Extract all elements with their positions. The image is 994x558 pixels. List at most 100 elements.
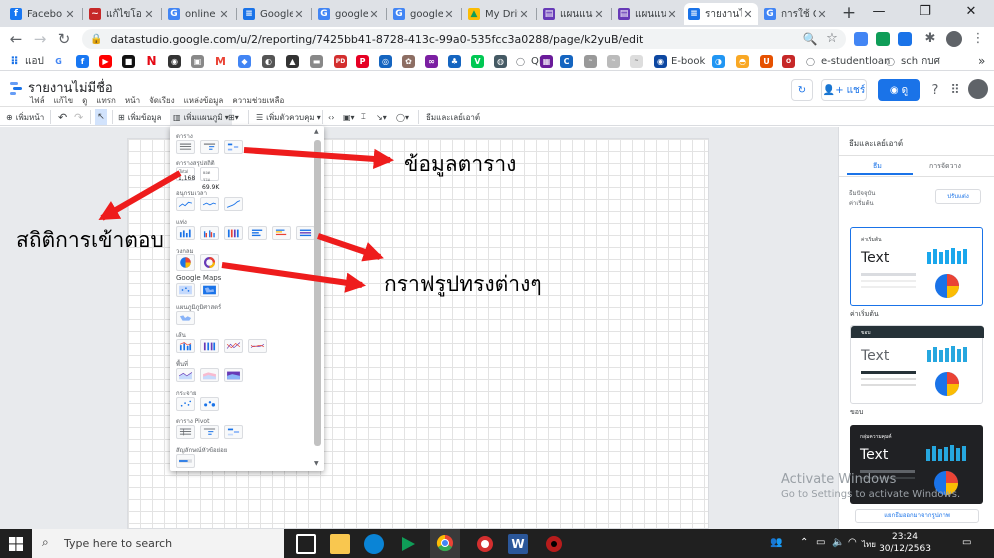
minimize-button[interactable]: — <box>856 0 902 27</box>
forward-arrow-icon[interactable]: → <box>30 29 50 49</box>
theme-layout-button[interactable]: ธีมและเลย์เอาต์ <box>426 109 480 125</box>
edge-icon[interactable] <box>364 534 384 554</box>
google-icon[interactable]: G <box>52 55 65 68</box>
chart-pie[interactable] <box>176 254 195 271</box>
chart-bubble[interactable] <box>200 397 219 411</box>
reload-icon[interactable]: ↻ <box>54 29 74 49</box>
close-icon[interactable]: ✕ <box>816 8 828 21</box>
theme-card-edge[interactable]: ขอบ Text <box>850 325 984 404</box>
browser-tab[interactable]: G google ✕ <box>389 3 459 25</box>
chart-combo[interactable] <box>176 339 195 353</box>
tab-layout[interactable]: การจัดวาง <box>929 161 961 172</box>
close-icon[interactable]: ✕ <box>443 8 455 21</box>
app-icon[interactable]: ▬ <box>310 54 323 68</box>
select-cursor-icon[interactable]: ↖ <box>95 109 107 125</box>
ebook-bookmark[interactable]: ◉ E-book <box>654 54 705 68</box>
undo-icon[interactable]: ↶ <box>58 109 67 125</box>
chart-bar[interactable] <box>248 226 267 240</box>
chart-pivot-heatmap[interactable] <box>224 425 243 439</box>
back-arrow-icon[interactable]: ← <box>6 29 26 49</box>
refresh-button[interactable]: ↻ <box>791 79 813 101</box>
media-player-icon[interactable] <box>398 534 418 554</box>
notification-icon[interactable]: ▭ <box>962 537 971 548</box>
add-page-button[interactable]: ⊕ เพิ่มหน้า <box>6 109 44 125</box>
chart-donut[interactable] <box>200 254 219 271</box>
chart-table-bars[interactable] <box>200 140 219 154</box>
close-icon[interactable]: ✕ <box>742 8 754 21</box>
app-icon[interactable] <box>475 534 495 554</box>
chart-stacked-area[interactable] <box>200 368 219 382</box>
netflix-icon[interactable]: N <box>145 54 158 68</box>
redo-icon[interactable]: ↷ <box>74 109 83 125</box>
browser-tab[interactable]: ▤ แผนแนว ✕ <box>614 3 682 25</box>
app-icon[interactable]: ◐ <box>262 54 275 68</box>
community-viz-button[interactable]: ⊞▾ <box>228 109 239 125</box>
taskbar-search-input[interactable]: ⌕ Type here to search <box>32 529 284 558</box>
chart-sparkline[interactable] <box>200 197 219 211</box>
browser-tab[interactable]: G การใช้ G ✕ <box>760 3 832 25</box>
pdf-icon[interactable]: PD <box>334 54 347 68</box>
task-view-icon[interactable] <box>296 534 316 554</box>
apps-bookmark[interactable]: ⠿ แอป <box>8 54 44 68</box>
image-icon[interactable]: ▣▾ <box>343 109 355 125</box>
volume-icon[interactable]: 🔈 <box>832 537 844 548</box>
chart-area[interactable] <box>176 368 195 382</box>
network-icon[interactable]: ▭ <box>816 537 825 548</box>
app-icon[interactable]: O <box>782 54 795 68</box>
chart-stacked-bar[interactable] <box>296 226 315 240</box>
share-button[interactable]: 👤+ แชร์ <box>821 79 867 101</box>
extension-icon[interactable] <box>854 32 868 46</box>
chart-grouped-bar[interactable] <box>272 226 291 240</box>
add-data-button[interactable]: ⊞ เพิ่มข้อมูล <box>118 109 161 125</box>
chart-geo[interactable] <box>176 311 195 325</box>
close-window-button[interactable]: ✕ <box>948 0 994 27</box>
view-button[interactable]: ◉ ดู <box>878 79 920 101</box>
chart-column[interactable] <box>176 226 195 240</box>
embed-code-icon[interactable]: ‹› <box>328 109 334 125</box>
windows-start-icon[interactable] <box>9 537 23 551</box>
file-explorer-icon[interactable] <box>330 534 350 554</box>
chart-google-maps[interactable] <box>176 283 195 297</box>
url-input[interactable]: 🔒 datastudio.google.com/u/2/reporting/74… <box>82 29 846 49</box>
youtube-icon[interactable]: ▶ <box>99 54 112 68</box>
browser-tab[interactable]: f Facebo ✕ <box>6 3 80 25</box>
facebook-icon[interactable]: f <box>76 54 89 68</box>
close-icon[interactable]: ✕ <box>218 8 230 21</box>
chart-bullet[interactable] <box>176 454 195 468</box>
shape-icon[interactable]: ◯▾ <box>396 109 409 125</box>
customize-button[interactable]: ปรับแต่ง <box>935 189 981 204</box>
close-icon[interactable]: ✕ <box>64 8 76 21</box>
apps-grid-icon[interactable]: ⠿ <box>946 79 964 101</box>
chart-google-maps-filled[interactable] <box>200 283 219 297</box>
estudent-bookmark[interactable]: ◯ e-studentloan <box>804 54 890 68</box>
chrome-taskbar-button[interactable] <box>430 529 460 558</box>
app-icon[interactable]: ◆ <box>238 54 251 68</box>
chart-scorecard-compact[interactable]: ยอดรวม 69.9K <box>200 167 219 191</box>
app-icon[interactable] <box>544 534 564 554</box>
extension-icon[interactable] <box>898 32 912 46</box>
browser-tab-active[interactable]: ≡ รายงานไ ✕ <box>684 3 758 25</box>
chart-grouped-column[interactable] <box>200 226 219 240</box>
bookmark-star-icon[interactable]: ☆ <box>822 29 842 49</box>
app-icon[interactable]: ◉ <box>168 54 181 68</box>
app-icon[interactable]: ◎ <box>379 54 392 68</box>
browser-tab[interactable]: ~ แก้ไขโอ ✕ <box>85 3 159 25</box>
app-icon[interactable]: C <box>560 54 573 68</box>
chevron-up-icon[interactable]: ⌃ <box>800 537 808 548</box>
more-vert-icon[interactable]: ⋮ <box>968 29 988 49</box>
app-icon[interactable]: ▦ <box>540 54 553 68</box>
avatar[interactable] <box>968 79 988 99</box>
app-icon[interactable]: ∞ <box>425 54 438 68</box>
system-clock[interactable]: 23:24 30/12/2563 <box>875 531 935 555</box>
app-icon[interactable]: V <box>471 54 484 68</box>
chart-timeseries[interactable] <box>176 197 195 211</box>
browser-tab[interactable]: ▤ แผนแนว ✕ <box>539 3 609 25</box>
more-bookmarks-icon[interactable]: » <box>978 54 985 68</box>
browser-tab[interactable]: ≡ Google ✕ <box>239 3 309 25</box>
app-icon[interactable]: ♣ <box>448 54 461 68</box>
add-chart-button[interactable]: ▥ เพิ่มแผนภูมิ ▾ <box>170 109 232 125</box>
avatar[interactable] <box>946 31 962 47</box>
browser-tab[interactable]: ▲ My Driv ✕ <box>464 3 534 25</box>
tab-theme[interactable]: ธีม <box>873 161 882 172</box>
scroll-down-icon[interactable]: ▼ <box>314 460 319 467</box>
